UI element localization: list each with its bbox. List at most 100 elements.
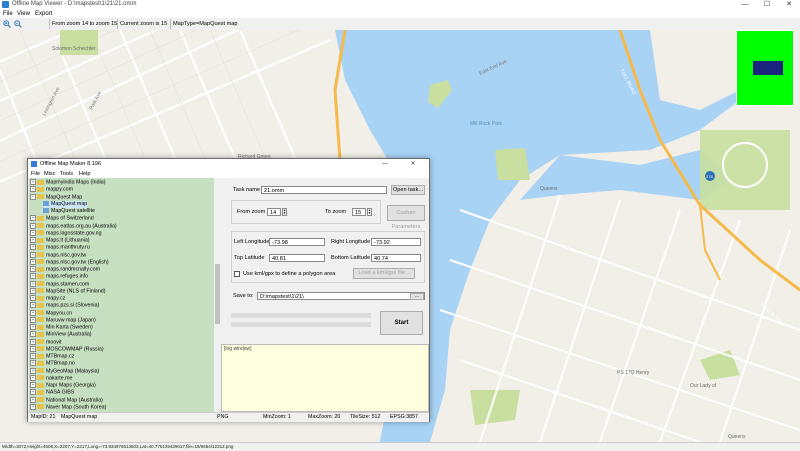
expand-icon[interactable]: + [30,251,36,258]
tree-item[interactable]: + moovit [29,338,62,346]
expand-icon[interactable]: + [30,302,36,309]
expand-icon[interactable]: + [30,309,36,316]
dialog-menu-misc[interactable]: Misc [44,170,56,178]
expand-icon[interactable]: + [30,244,36,251]
expand-icon[interactable]: + [30,403,36,410]
expand-icon[interactable]: + [30,222,36,229]
tree-item[interactable]: MapQuest satellite [43,208,95,215]
expand-icon[interactable]: + [30,396,36,403]
expand-icon[interactable]: + [30,295,36,301]
expand-icon[interactable]: + [30,324,36,330]
tree-item[interactable]: + nakarte.me [29,374,73,382]
close-button[interactable]: ✕ [778,0,800,10]
expand-icon[interactable]: + [30,237,36,243]
tree-item[interactable]: + MOSCOWMAP (Russia) [29,345,104,353]
tree-item[interactable]: + maps.eatlas.org.au (Australia) [29,222,117,230]
dialog-menu-file[interactable]: File [31,170,40,178]
expand-icon[interactable]: + [30,215,36,222]
left-longitude-input[interactable]: -73.98 [269,238,325,246]
tree-item[interactable]: + MapSite (NLS of Finland) [29,287,105,295]
tree-item[interactable]: + maps.stamen.com [29,280,89,288]
to-zoom-spinner[interactable]: ▲ ▼ [367,208,372,216]
tree-item[interactable]: + MTBmap.no [29,360,75,367]
tree-scroll-thumb[interactable] [215,264,220,324]
zoom-out-icon[interactable] [14,20,22,28]
menu-export[interactable]: Export [35,10,52,18]
tree-item[interactable]: + Maps.lt (Lithuania) [29,237,90,244]
tree-item[interactable]: + Min Karta (Sweden) [29,324,93,331]
overview-minimap[interactable] [736,30,794,106]
tree-item[interactable]: + maps.randmcnally.com [29,266,100,273]
save-to-input[interactable]: D:\mapstest\1\21\ [257,292,425,300]
tree-item[interactable]: + mapy.cz [29,295,65,302]
expand-icon[interactable]: + [30,353,36,359]
expand-icon[interactable]: + [30,374,36,381]
expand-icon[interactable]: + [30,280,36,287]
to-zoom-input[interactable]: 15 [352,208,366,216]
tree-item[interactable]: + maps.nlsc.gov.tw (English) [29,258,109,266]
expand-icon[interactable]: + [30,331,36,338]
menu-file[interactable]: File [3,10,13,18]
load-kml-button[interactable]: Load a kml/gpx file... [353,268,415,279]
zoom-in-icon[interactable] [3,20,11,28]
tree-item[interactable]: + Maps of Switzerland [29,215,94,222]
log-window-label: [log window] [224,346,252,352]
tree-item[interactable]: + National Map (Australia) [29,396,103,404]
expand-icon[interactable]: + [30,179,36,185]
expand-icon[interactable]: + [30,338,36,345]
tree-item[interactable]: + maps.pzs.si (Slovenia) [29,302,99,309]
browse-button[interactable]: ... [410,293,424,300]
from-zoom-input[interactable]: 14 [267,208,281,216]
tree-item[interactable]: + Maruvw map (Japan) [29,316,96,324]
tree-item[interactable]: + maps.lagosstate.gov.ng [29,229,102,237]
dialog-menu-tools[interactable]: Tools [60,170,73,178]
open-task-button[interactable]: Open task... [391,185,425,195]
custom-parameters-button[interactable]: Custom Parameters [387,205,425,230]
expand-icon[interactable]: + [30,389,36,396]
expand-icon[interactable]: + [30,360,36,367]
kml-checkbox[interactable] [234,271,240,277]
start-button[interactable]: Start [380,311,423,335]
expand-icon[interactable]: + [30,229,36,236]
minimap-viewport[interactable] [753,61,783,75]
right-longitude-input[interactable]: -73.92 [371,238,421,246]
expand-icon[interactable]: + [30,345,36,352]
expand-icon[interactable]: + [30,316,36,323]
tree-item[interactable]: + mappy.com [29,186,73,193]
collapse-icon[interactable]: − [30,193,36,200]
tree-item-label: National Map (Australia) [46,396,103,403]
dialog-minimize-button[interactable]: — [374,159,396,170]
expand-icon[interactable]: + [30,382,36,388]
tree-item[interactable]: + Napr Maps (Georgia) [29,382,96,389]
expand-icon[interactable]: + [30,287,36,294]
tree-item[interactable]: + maps.nlsc.gov.tw [29,251,86,259]
tree-item[interactable]: MapQuest map [43,200,88,208]
dialog-menu-help[interactable]: Help [79,170,91,178]
top-latitude-input[interactable]: 40.81 [269,254,325,262]
tree-scrollbar[interactable] [214,178,221,412]
dialog-close-button[interactable]: ✕ [402,159,424,170]
log-window[interactable]: [log window] [221,344,429,412]
expand-icon[interactable]: + [30,273,36,280]
maximize-button[interactable]: ☐ [756,0,778,10]
expand-icon[interactable]: + [30,367,36,374]
tree-item[interactable]: + maps.manthruty.ru [29,244,90,251]
tree-item[interactable]: + Mapyou.cn [29,309,72,317]
map-source-tree[interactable]: + Mapmyindia Maps (India) + mappy.com − MapQu… [29,178,214,412]
bottom-latitude-input[interactable]: 40.74 [371,254,421,262]
from-zoom-spinner[interactable]: ▲ ▼ [282,208,287,216]
tree-item[interactable]: + NASA GIBS [29,389,74,396]
tree-item[interactable]: + Naver Map (South Korea) [29,403,106,411]
task-name-input[interactable]: 21.omm [261,186,387,194]
tree-item[interactable]: + MyGeoMap (Malaysia) [29,367,99,375]
tree-item[interactable]: + MinView (Australia) [29,331,92,338]
minimize-button[interactable]: — [734,0,756,10]
expand-icon[interactable]: + [30,258,36,265]
expand-icon[interactable]: + [30,266,36,272]
expand-icon[interactable]: + [30,186,36,193]
tree-item[interactable]: + MTBmap.cz [29,353,74,360]
tree-item[interactable]: − MapQuest Map [29,193,82,201]
tree-item[interactable]: + Mapmyindia Maps (India) [29,179,105,186]
menu-view[interactable]: View [17,10,30,18]
tree-item[interactable]: + maps.refuges.info [29,273,88,280]
